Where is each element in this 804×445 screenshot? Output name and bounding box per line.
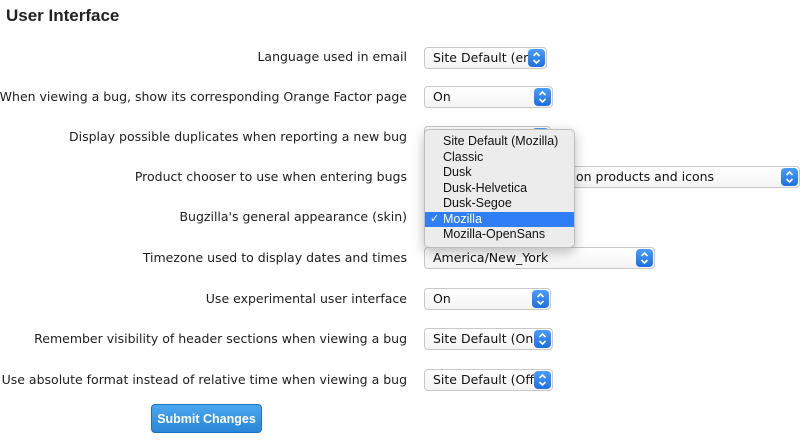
absolute-time-select[interactable]: Site Default (Off) xyxy=(424,369,553,391)
skin-option[interactable]: Dusk-Helvetica xyxy=(425,181,574,197)
label-skin: Bugzilla's general appearance (skin) xyxy=(179,209,407,224)
label-absolute-time: Use absolute format instead of relative … xyxy=(1,372,407,387)
submit-changes-button[interactable]: Submit Changes xyxy=(151,404,262,433)
skin-dropdown-menu[interactable]: Site Default (Mozilla) Classic Dusk Dusk… xyxy=(424,129,575,248)
email-language-select[interactable]: Site Default (en) xyxy=(424,47,547,69)
section-title: User Interface xyxy=(6,6,120,25)
up-down-chevron-icon xyxy=(534,330,551,348)
up-down-chevron-icon xyxy=(528,49,545,67)
header-visibility-value: Site Default (On) xyxy=(433,331,539,346)
up-down-chevron-icon xyxy=(532,290,549,308)
experimental-ui-value: On xyxy=(433,291,451,306)
option-label: Dusk xyxy=(443,165,472,179)
option-label: Classic xyxy=(443,149,484,164)
option-label: Site Default (Mozilla) xyxy=(443,134,559,148)
email-language-value: Site Default (en) xyxy=(433,50,536,65)
label-timezone: Timezone used to display dates and times xyxy=(142,250,407,265)
up-down-chevron-icon xyxy=(636,249,653,267)
skin-option[interactable]: Site Default (Mozilla) xyxy=(425,134,574,150)
experimental-ui-select[interactable]: On xyxy=(424,288,551,310)
timezone-value: America/New_York xyxy=(433,250,549,265)
skin-option[interactable]: Dusk xyxy=(425,165,574,181)
absolute-time-value: Site Default (Off) xyxy=(433,372,539,387)
label-header-visibility: Remember visibility of header sections w… xyxy=(34,331,407,346)
label-product-chooser: Product chooser to use when entering bug… xyxy=(134,169,407,184)
skin-option[interactable]: Mozilla-OpenSans xyxy=(425,227,574,243)
option-label: Dusk-Segoe xyxy=(443,196,512,210)
skin-option-selected[interactable]: ✓ Mozilla xyxy=(425,211,574,227)
option-label: Dusk-Helvetica xyxy=(443,180,528,195)
header-visibility-select[interactable]: Site Default (On) xyxy=(424,328,553,350)
orange-factor-value: On xyxy=(433,89,451,104)
label-orange-factor: When viewing a bug, show its correspondi… xyxy=(0,89,407,104)
up-down-chevron-icon xyxy=(534,88,551,106)
product-chooser-value: on products and icons xyxy=(576,169,715,184)
orange-factor-select[interactable]: On xyxy=(424,86,553,108)
label-experimental-ui: Use experimental user interface xyxy=(205,291,407,306)
label-possible-duplicates: Display possible duplicates when reporti… xyxy=(69,129,407,144)
skin-option[interactable]: Dusk-Segoe xyxy=(425,196,574,212)
skin-option[interactable]: Classic xyxy=(425,150,574,166)
option-label: Mozilla-OpenSans xyxy=(443,227,546,241)
option-label: Mozilla xyxy=(443,211,482,226)
up-down-chevron-icon xyxy=(534,371,551,389)
label-email-language: Language used in email xyxy=(257,49,407,64)
up-down-chevron-icon xyxy=(781,168,798,186)
checkmark-icon: ✓ xyxy=(430,212,440,225)
timezone-select[interactable]: America/New_York xyxy=(424,247,655,269)
